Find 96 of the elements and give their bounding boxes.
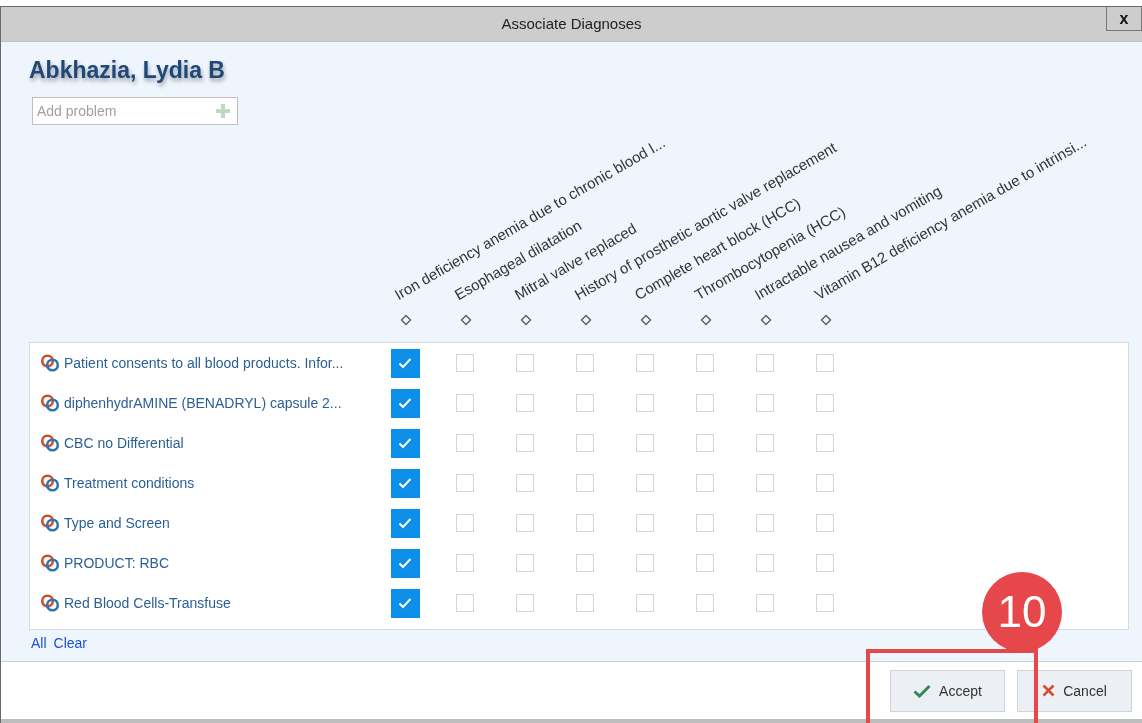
checkbox[interactable] (390, 468, 420, 498)
diamond-icon[interactable] (400, 314, 412, 326)
checkbox[interactable] (456, 594, 474, 612)
check-icon (398, 357, 412, 369)
checkbox[interactable] (756, 594, 774, 612)
checkbox[interactable] (756, 434, 774, 452)
diamond-icon[interactable] (820, 314, 832, 326)
checkbox[interactable] (696, 514, 714, 532)
checkbox[interactable] (636, 474, 654, 492)
window-title: Associate Diagnoses (501, 14, 642, 34)
checkbox[interactable] (696, 594, 714, 612)
check-icon (398, 477, 412, 489)
check-icon (398, 517, 412, 529)
checkbox[interactable] (696, 474, 714, 492)
link-icon (40, 433, 60, 453)
diamond-icon[interactable] (520, 314, 532, 326)
checkbox[interactable] (816, 554, 834, 572)
checkbox[interactable] (816, 514, 834, 532)
checkbox[interactable] (576, 434, 594, 452)
cancel-button[interactable]: Cancel (1017, 669, 1132, 712)
checkbox[interactable] (516, 394, 534, 412)
checkbox[interactable] (456, 434, 474, 452)
checkbox[interactable] (636, 434, 654, 452)
check-icon (398, 437, 412, 449)
diamond-icon[interactable] (700, 314, 712, 326)
checkbox[interactable] (816, 394, 834, 412)
checkbox[interactable] (636, 394, 654, 412)
checkbox[interactable] (516, 354, 534, 372)
checkbox[interactable] (390, 428, 420, 458)
diamond-icon[interactable] (580, 314, 592, 326)
link-icon (40, 353, 60, 373)
check-icon (913, 683, 932, 698)
checkbox[interactable] (456, 514, 474, 532)
link-icon (40, 513, 60, 533)
checkbox[interactable] (816, 434, 834, 452)
checkbox[interactable] (696, 554, 714, 572)
select-link[interactable]: Clear (53, 635, 88, 651)
checkbox[interactable] (756, 354, 774, 372)
order-label: diphenhydrAMINE (BENADRYL) capsule 2... (64, 395, 342, 411)
checkbox[interactable] (516, 554, 534, 572)
checkbox[interactable] (816, 354, 834, 372)
checkbox[interactable] (456, 354, 474, 372)
checkbox[interactable] (636, 354, 654, 372)
checkbox[interactable] (756, 514, 774, 532)
order-label: Red Blood Cells-Transfuse (64, 595, 231, 611)
checkbox[interactable] (576, 474, 594, 492)
link-icon (40, 553, 60, 573)
checkbox[interactable] (636, 514, 654, 532)
checkbox[interactable] (390, 388, 420, 418)
order-label: PRODUCT: RBC (64, 555, 169, 571)
link-icon (40, 593, 60, 613)
patient-name: Abkhazia, Lydia B (29, 56, 226, 84)
checkbox[interactable] (696, 354, 714, 372)
checkbox[interactable] (390, 348, 420, 378)
select-link[interactable]: All (31, 635, 47, 651)
checkbox[interactable] (636, 554, 654, 572)
checkbox[interactable] (516, 514, 534, 532)
checkbox[interactable] (390, 508, 420, 538)
checkbox[interactable] (576, 594, 594, 612)
check-icon (398, 557, 412, 569)
order-label: Type and Screen (64, 515, 170, 531)
checkbox[interactable] (756, 394, 774, 412)
checkbox[interactable] (516, 474, 534, 492)
checkbox[interactable] (696, 434, 714, 452)
add-problem-field[interactable]: Add problem (32, 97, 238, 125)
link-icon (40, 473, 60, 493)
checkbox[interactable] (636, 594, 654, 612)
diamond-icon[interactable] (760, 314, 772, 326)
checkbox[interactable] (390, 548, 420, 578)
checkbox[interactable] (756, 554, 774, 572)
checkbox[interactable] (756, 474, 774, 492)
check-icon (398, 597, 412, 609)
accept-button[interactable]: Accept (890, 669, 1005, 712)
close-icon (1042, 684, 1056, 697)
link-icon (40, 393, 60, 413)
checkbox[interactable] (456, 474, 474, 492)
checkbox[interactable] (390, 588, 420, 618)
checkbox[interactable] (576, 394, 594, 412)
plus-icon[interactable] (216, 104, 230, 118)
check-icon (398, 397, 412, 409)
order-label: CBC no Differential (64, 435, 184, 451)
checkbox[interactable] (456, 394, 474, 412)
diamond-icon[interactable] (640, 314, 652, 326)
close-button[interactable]: x (1106, 7, 1142, 31)
checkbox[interactable] (696, 394, 714, 412)
checkbox[interactable] (516, 594, 534, 612)
checkbox[interactable] (576, 514, 594, 532)
checkbox[interactable] (456, 554, 474, 572)
order-label: Treatment conditions (64, 475, 195, 491)
checkbox[interactable] (516, 434, 534, 452)
checkbox[interactable] (576, 354, 594, 372)
checkbox[interactable] (816, 474, 834, 492)
diamond-icon[interactable] (460, 314, 472, 326)
checkbox[interactable] (576, 554, 594, 572)
order-label: Patient consents to all blood products. Infor... (64, 355, 344, 371)
checkbox[interactable] (816, 594, 834, 612)
